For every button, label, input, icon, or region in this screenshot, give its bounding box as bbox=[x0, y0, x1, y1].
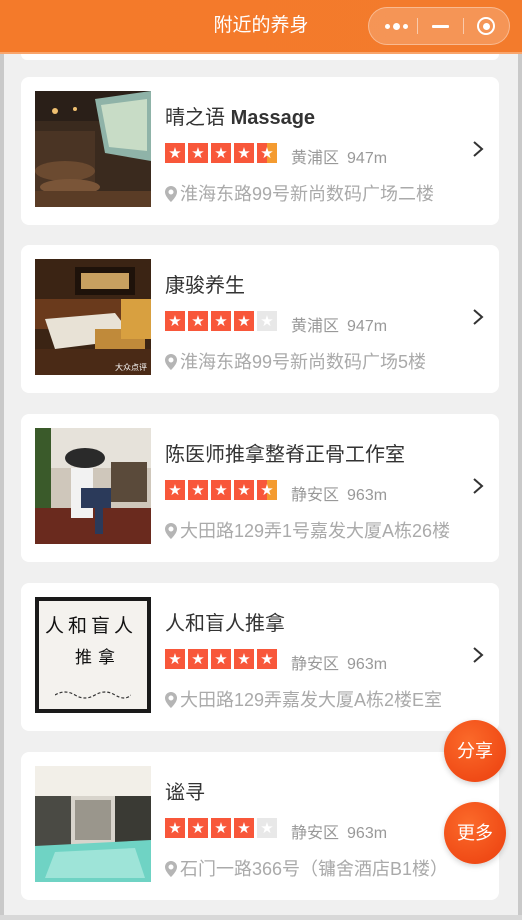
mini-program-capsule bbox=[368, 7, 510, 45]
chevron-right-icon[interactable] bbox=[471, 645, 485, 665]
shop-thumbnail: 大众点评 bbox=[35, 259, 151, 375]
empty-star-icon: ★ bbox=[257, 311, 277, 331]
navigation-bar: 附近的养身 bbox=[0, 0, 522, 54]
shop-thumbnail bbox=[35, 91, 151, 207]
shop-address: 大田路129弄嘉发大厦A栋2楼E室 bbox=[165, 686, 455, 712]
star-icon: ★ bbox=[188, 649, 208, 669]
star-icon: ★ bbox=[257, 649, 277, 669]
star-icon: ★ bbox=[188, 143, 208, 163]
location-meta: 黄浦区 947m bbox=[291, 312, 387, 336]
location-pin-icon bbox=[165, 354, 177, 370]
half-star-icon: ★ bbox=[257, 480, 277, 500]
star-rating: ★ ★ ★ ★ ★ bbox=[165, 311, 280, 332]
shop-thumbnail bbox=[35, 428, 151, 544]
star-icon: ★ bbox=[165, 143, 185, 163]
star-icon: ★ bbox=[165, 818, 185, 838]
shop-card[interactable]: 陈医师推拿整脊正骨工作室 ★ ★ ★ ★ ★ 静安区 963m 大田路129弄1号… bbox=[21, 414, 499, 562]
star-icon: ★ bbox=[211, 649, 231, 669]
star-rating: ★ ★ ★ ★ ★ bbox=[165, 143, 280, 164]
location-pin-icon bbox=[165, 523, 177, 539]
chevron-right-icon[interactable] bbox=[471, 476, 485, 496]
district: 黄浦区 bbox=[291, 318, 340, 335]
chevron-right-icon[interactable] bbox=[471, 307, 485, 327]
shop-address: 淮海东路99号新尚数码广场5楼 bbox=[165, 348, 455, 374]
empty-star-icon: ★ bbox=[257, 818, 277, 838]
bottom-edge bbox=[0, 915, 522, 920]
district: 黄浦区 bbox=[291, 150, 340, 167]
location-meta: 静安区 963m bbox=[291, 819, 387, 843]
shop-thumbnail: 人和盲人 推拿 bbox=[35, 597, 151, 713]
star-icon: ★ bbox=[165, 480, 185, 500]
star-icon: ★ bbox=[165, 311, 185, 331]
distance: 963m bbox=[347, 825, 388, 842]
district: 静安区 bbox=[291, 825, 340, 842]
more-dots-icon[interactable] bbox=[373, 8, 419, 44]
shop-card[interactable]: 谧寻 ★ ★ ★ ★ ★ 静安区 963m 石门一路366号（镛舍酒店B1楼） bbox=[21, 752, 499, 900]
sign-text: 人和盲人 bbox=[45, 615, 138, 637]
minimize-icon[interactable] bbox=[417, 8, 463, 44]
location-pin-icon bbox=[165, 692, 177, 708]
star-icon: ★ bbox=[234, 649, 254, 669]
shop-card[interactable]: 人和盲人 推拿 人和盲人推拿 ★ ★ ★ ★ ★ 静安区 963m 大田路129弄… bbox=[21, 583, 499, 731]
star-icon: ★ bbox=[165, 649, 185, 669]
shop-card[interactable]: 大众点评 康骏养生 ★ ★ ★ ★ ★ 黄浦区 947m 淮海东路99号新尚数码广… bbox=[21, 245, 499, 393]
star-icon: ★ bbox=[188, 818, 208, 838]
shop-name: 陈医师推拿整脊正骨工作室 bbox=[165, 444, 405, 466]
distance: 947m bbox=[347, 318, 388, 335]
shop-name: 康骏养生 bbox=[165, 275, 245, 297]
shop-card[interactable]: 晴之语 Massage ★ ★ ★ ★ ★ 黄浦区 947m 淮海东路99号新尚数… bbox=[21, 77, 499, 225]
chevron-right-icon[interactable] bbox=[471, 139, 485, 159]
more-button[interactable]: 更多 bbox=[444, 802, 506, 864]
location-meta: 静安区 963m bbox=[291, 650, 387, 674]
shop-thumbnail bbox=[35, 766, 151, 882]
star-rating: ★ ★ ★ ★ ★ bbox=[165, 649, 280, 670]
location-pin-icon bbox=[165, 861, 177, 877]
watermark: 大众点评 bbox=[115, 363, 147, 372]
star-icon: ★ bbox=[234, 143, 254, 163]
frame-left bbox=[0, 54, 4, 920]
location-pin-icon bbox=[165, 186, 177, 202]
half-star-icon: ★ bbox=[257, 143, 277, 163]
star-icon: ★ bbox=[211, 480, 231, 500]
previous-card-edge bbox=[21, 54, 499, 60]
shop-address: 大田路129弄1号嘉发大厦A栋26楼 bbox=[165, 517, 455, 543]
location-meta: 静安区 963m bbox=[291, 481, 387, 505]
star-icon: ★ bbox=[211, 311, 231, 331]
star-icon: ★ bbox=[234, 818, 254, 838]
district: 静安区 bbox=[291, 487, 340, 504]
star-icon: ★ bbox=[188, 311, 208, 331]
star-icon: ★ bbox=[211, 143, 231, 163]
frame-right bbox=[518, 54, 522, 920]
share-button[interactable]: 分享 bbox=[444, 720, 506, 782]
location-meta: 黄浦区 947m bbox=[291, 144, 387, 168]
star-icon: ★ bbox=[211, 818, 231, 838]
distance: 947m bbox=[347, 150, 388, 167]
star-icon: ★ bbox=[188, 480, 208, 500]
star-rating: ★ ★ ★ ★ ★ bbox=[165, 480, 280, 501]
target-close-icon[interactable] bbox=[463, 8, 509, 44]
distance: 963m bbox=[347, 656, 388, 673]
star-icon: ★ bbox=[234, 311, 254, 331]
star-rating: ★ ★ ★ ★ ★ bbox=[165, 818, 280, 839]
district: 静安区 bbox=[291, 656, 340, 673]
shop-address: 淮海东路99号新尚数码广场二楼 bbox=[165, 180, 455, 206]
distance: 963m bbox=[347, 487, 388, 504]
sign-text: 推拿 bbox=[75, 648, 121, 668]
shop-name: 人和盲人推拿 bbox=[165, 613, 285, 635]
shop-name: 晴之语 Massage bbox=[165, 107, 316, 129]
star-icon: ★ bbox=[234, 480, 254, 500]
shop-address: 石门一路366号（镛舍酒店B1楼） bbox=[165, 855, 455, 881]
shop-name: 谧寻 bbox=[165, 782, 205, 804]
